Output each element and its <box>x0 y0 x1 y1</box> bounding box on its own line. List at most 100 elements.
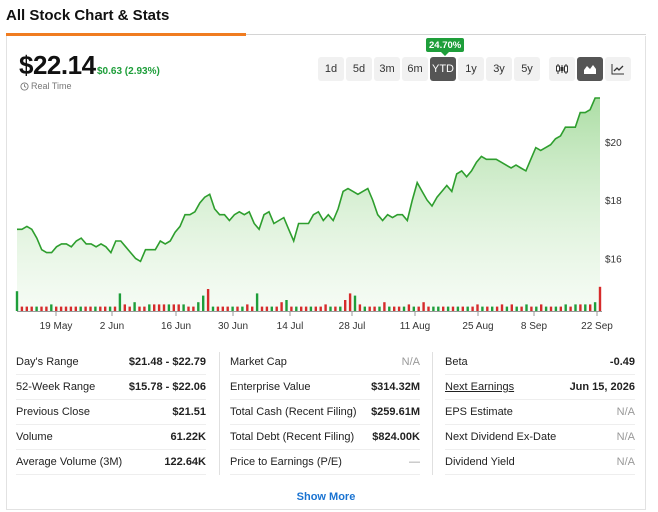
volume-bar <box>451 306 455 311</box>
area-chart-button[interactable] <box>577 57 603 81</box>
candlestick-chart-button[interactable] <box>549 57 575 81</box>
volume-bar <box>530 306 533 311</box>
volume-bar <box>40 306 43 311</box>
stat-label: Price to Earnings (P/E) <box>230 456 342 468</box>
stat-value: 122.64K <box>164 456 206 468</box>
volume-bar <box>383 302 386 311</box>
volume-bar <box>319 306 322 311</box>
ytd-change-badge: 24.70% <box>426 38 465 56</box>
volume-bar <box>500 304 504 311</box>
candlestick-icon <box>556 64 568 74</box>
volume-bar <box>55 306 58 311</box>
stat-label: Market Cap <box>230 356 287 368</box>
volume-bar <box>304 306 308 311</box>
volume-bar <box>74 306 77 311</box>
x-tick-label: 28 Jul <box>339 321 366 332</box>
volume-bar <box>584 304 587 311</box>
section-title: All Stock Chart & Stats <box>6 7 170 24</box>
volume-bar <box>353 295 357 311</box>
volume-bar <box>495 306 499 311</box>
volume-bar <box>446 306 450 311</box>
stat-label[interactable]: Next Earnings <box>445 381 514 393</box>
stat-value: 61.22K <box>170 431 206 443</box>
range-1d-button[interactable]: 1d <box>318 57 344 81</box>
volume-bar <box>559 306 562 311</box>
volume-bar <box>128 306 131 311</box>
stat-row: Dividend Yield N/A <box>445 450 635 475</box>
volume-bar <box>466 306 469 311</box>
stat-label: Dividend Yield <box>445 456 515 468</box>
volume-bar <box>589 304 592 311</box>
volume-bar <box>432 306 435 311</box>
volume-bar <box>84 306 87 311</box>
volume-bar <box>417 306 420 311</box>
realtime-indicator: Real Time <box>20 81 72 91</box>
price-area <box>17 98 600 311</box>
stat-label: Day's Range <box>16 356 79 368</box>
volume-bar <box>236 306 239 311</box>
x-tick-label: 22 Sep <box>581 321 613 332</box>
line-chart-button[interactable] <box>605 57 631 81</box>
volume-bar <box>89 306 92 311</box>
x-tick-label: 14 Jul <box>277 321 304 332</box>
volume-bar <box>157 304 161 311</box>
volume-bar <box>138 306 141 311</box>
stat-value: $824.00K <box>372 431 420 443</box>
volume-bar <box>226 306 229 311</box>
volume-bar <box>30 306 33 311</box>
stat-value: $15.78 - $22.06 <box>128 381 206 393</box>
price-chart[interactable]: 19 May 2 Jun 16 Jun 30 Jun 14 Jul 28 Jul 11 Au… <box>12 96 646 342</box>
stat-value: Jun 15, 2026 <box>569 381 635 393</box>
volume-bar <box>113 306 117 311</box>
volume-bar <box>148 304 151 311</box>
range-selector: 1d 5d 3m 6m YTD 1y 3y 5y <box>318 57 540 81</box>
volume-bar <box>285 300 288 311</box>
stat-value: $259.61M <box>371 406 420 418</box>
volume-bar <box>202 295 205 311</box>
volume-bar <box>221 306 224 311</box>
volume-bar <box>79 306 82 311</box>
range-3y-button[interactable]: 3y <box>486 57 512 81</box>
volume-bar <box>402 306 406 311</box>
volume-bar <box>549 306 553 311</box>
stat-label: Previous Close <box>16 406 90 418</box>
show-more-link[interactable]: Show More <box>0 491 652 503</box>
stat-label: Beta <box>445 356 468 368</box>
volume-bar <box>579 304 582 311</box>
stat-label: Enterprise Value <box>230 381 311 393</box>
volume-bar <box>177 304 180 311</box>
volume-bar <box>133 302 136 311</box>
range-1y-button[interactable]: 1y <box>458 57 484 81</box>
volume-bar <box>329 306 332 311</box>
range-5y-button[interactable]: 5y <box>514 57 540 81</box>
stat-value: N/A <box>401 356 420 368</box>
volume-bar <box>64 306 68 311</box>
volume-bar <box>172 304 175 311</box>
stat-row: Previous Close $21.51 <box>16 400 206 425</box>
volume-bar <box>197 302 200 311</box>
stat-row: Market Cap N/A <box>230 350 420 375</box>
volume-bar <box>108 306 112 311</box>
volume-bar <box>192 306 195 311</box>
volume-bar <box>535 306 538 311</box>
volume-bar <box>397 306 401 311</box>
range-3m-button[interactable]: 3m <box>374 57 400 81</box>
volume-bar <box>520 306 523 311</box>
volume-bar <box>251 306 254 311</box>
volume-bar <box>260 306 264 311</box>
volume-bar <box>339 306 342 311</box>
volume-bar <box>211 306 215 311</box>
stat-row: Total Cash (Recent Filing) $259.61M <box>230 400 420 425</box>
volume-bar <box>300 306 303 311</box>
volume-bar <box>491 306 494 311</box>
volume-bar <box>104 306 107 311</box>
volume-bar <box>510 304 513 311</box>
stat-value: -0.49 <box>609 356 635 368</box>
stats-divider <box>219 352 220 475</box>
range-6m-button[interactable]: 6m <box>402 57 428 81</box>
volume-bar <box>275 306 278 311</box>
volume-bar <box>162 304 166 311</box>
range-5d-button[interactable]: 5d <box>346 57 372 81</box>
volume-bar <box>427 306 430 311</box>
range-ytd-button[interactable]: YTD <box>430 57 456 81</box>
